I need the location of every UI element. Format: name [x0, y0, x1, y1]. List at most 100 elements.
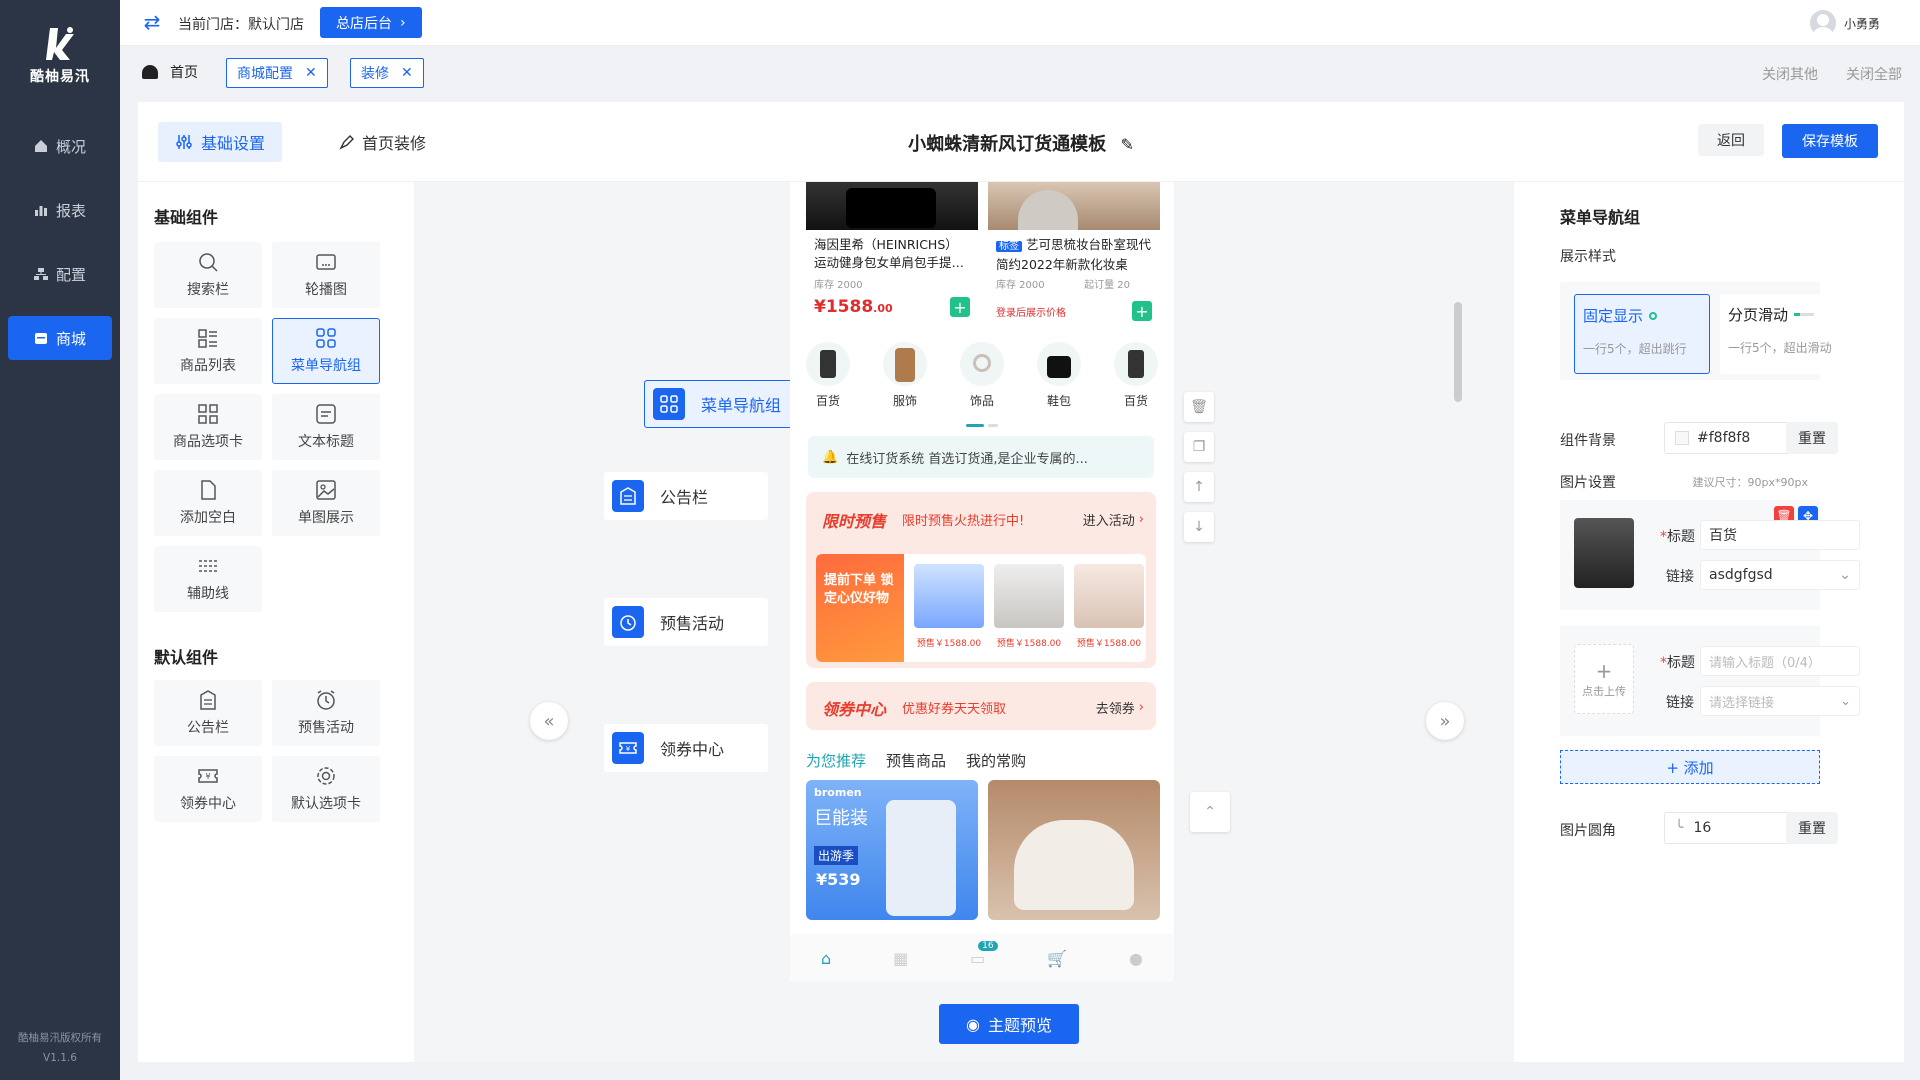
nav-item-image[interactable]	[1574, 518, 1634, 588]
link-select[interactable]: 请选择链接 ⌄	[1700, 686, 1860, 716]
tab-label: 基础设置	[200, 134, 265, 153]
recommend-banner[interactable]: bromen 巨能装 出游季 ¥539	[806, 780, 978, 920]
menu-item[interactable]: 饰品	[954, 342, 1010, 409]
menu-item-label: 鞋包	[1046, 394, 1071, 408]
product-card[interactable]: 海因里希（HEINRICHS）运动健身包女单肩包手提… 库存 2000 ¥158…	[806, 182, 978, 332]
comp-text-title[interactable]: 文本标题	[272, 394, 380, 460]
tab-home-decoration[interactable]: 首页装修	[338, 130, 426, 154]
title-input[interactable]: 请输入标题（0/4）	[1700, 646, 1860, 676]
user-menu[interactable]: 小勇勇	[1809, 10, 1880, 36]
hq-backend-button[interactable]: 总店后台 ›	[320, 7, 422, 38]
home-icon[interactable]: ⌂	[821, 949, 831, 968]
delete-icon[interactable]: 🗑	[1184, 392, 1214, 422]
swap-store-icon[interactable]: ⇄	[142, 12, 162, 32]
message-badge: 16	[978, 940, 998, 951]
menu-item[interactable]: 百货	[800, 342, 856, 409]
style-name: 分页滑动	[1728, 306, 1789, 324]
user-icon[interactable]: ●	[1129, 949, 1143, 968]
copy-icon[interactable]: ❐	[1184, 432, 1214, 462]
add-item-button[interactable]: + 添加	[1560, 750, 1820, 784]
recommend-banner[interactable]	[988, 780, 1160, 920]
collapse-right-icon[interactable]: »	[1426, 702, 1464, 740]
canvas-comp-notice[interactable]: 公告栏	[604, 472, 768, 520]
canvas-comp-presale[interactable]: 预售活动	[604, 598, 768, 646]
style-desc: 一行5个，超出跳行	[1583, 342, 1687, 356]
link-placeholder: 请选择链接	[1709, 695, 1775, 711]
sidebar-item-overview[interactable]: 概况	[8, 124, 112, 168]
product-name: 标签 艺可思梳妆台卧室现代简约2022年新款化妆桌	[988, 236, 1160, 272]
style-fixed[interactable]: 固定显示 一行5个，超出跳行	[1574, 294, 1710, 374]
comp-coupon-center[interactable]: ¥ 领券中心	[154, 756, 262, 822]
scrollbar[interactable]	[1454, 302, 1462, 402]
comp-notice[interactable]: 公告栏	[154, 680, 262, 746]
get-coupon-link[interactable]: 去领券 ›	[1096, 698, 1144, 717]
comp-single-image[interactable]: 单图展示	[272, 470, 380, 536]
juicer-icon	[806, 342, 850, 386]
coupon-section[interactable]: 领券中心 优惠好券天天领取 去领券 ›	[806, 682, 1156, 730]
title-input[interactable]: 百货	[1700, 520, 1860, 550]
menu-item[interactable]: 服饰	[877, 342, 933, 409]
close-icon[interactable]: ✕	[305, 65, 317, 81]
radius-reset-button[interactable]: 重置	[1786, 812, 1838, 844]
tag-mall-config[interactable]: 商城配置 ✕	[226, 58, 328, 88]
tab-presale-products[interactable]: 预售商品	[886, 750, 946, 771]
comp-default-tabs[interactable]: 默认选项卡	[272, 756, 380, 822]
bg-color-input[interactable]: #f8f8f8	[1664, 422, 1804, 454]
product-card[interactable]: 标签 艺可思梳妆台卧室现代简约2022年新款化妆桌 库存 2000 起订量 20 登…	[988, 182, 1160, 332]
product-tag: 标签	[996, 241, 1022, 252]
move-up-icon[interactable]: ↑	[1184, 472, 1214, 502]
sidebar-item-config[interactable]: 配置	[8, 252, 112, 296]
config-icon	[33, 268, 48, 280]
theme-preview-button[interactable]: ◉ 主题预览	[939, 1004, 1079, 1044]
close-all-link[interactable]: 关闭全部	[1846, 64, 1902, 84]
close-others-link[interactable]: 关闭其他	[1762, 64, 1818, 84]
scroll-top-icon[interactable]: ⌃	[1190, 792, 1230, 832]
sidebar-item-reports[interactable]: 报表	[8, 188, 112, 232]
style-desc: 一行5个，超出滑动	[1728, 341, 1832, 355]
save-template-button[interactable]: 保存模板	[1782, 124, 1878, 158]
comp-product-list[interactable]: 商品列表	[154, 318, 262, 384]
link-select[interactable]: asdgfgsd ⌄	[1700, 560, 1860, 590]
tag-decoration[interactable]: 装修 ✕	[350, 58, 424, 88]
radius-input[interactable]: ╰ 16	[1664, 812, 1804, 844]
menu-item[interactable]: 百货	[1108, 342, 1164, 409]
tab-recommend[interactable]: 为您推荐	[806, 750, 866, 771]
back-button[interactable]: 返回	[1698, 124, 1764, 156]
cart-icon[interactable]: 🛒	[1047, 949, 1067, 968]
editor-header: 基础设置 首页装修 小蜘蛛清新风订货通模板 ✎ 返回 保存模板	[138, 102, 1904, 182]
close-icon[interactable]: ✕	[401, 65, 413, 81]
bg-reset-button[interactable]: 重置	[1786, 422, 1838, 454]
edit-pencil-icon[interactable]: ✎	[1120, 135, 1133, 154]
tab-frequent[interactable]: 我的常购	[966, 750, 1026, 771]
presale-promo: 提前下单 锁定心仪好物	[816, 554, 904, 662]
comp-menu-nav-group[interactable]: 菜单导航组	[272, 318, 380, 384]
canvas-comp-menu-nav[interactable]: 菜单导航组	[644, 380, 808, 428]
category-icon[interactable]: ▦	[893, 949, 908, 968]
comp-carousel[interactable]: 轮播图	[272, 242, 380, 308]
comp-add-blank[interactable]: 添加空白	[154, 470, 262, 536]
upload-button[interactable]: + 点击上传	[1574, 644, 1634, 714]
add-cart-icon[interactable]: +	[950, 297, 970, 317]
tag-home[interactable]: 首页	[142, 62, 198, 82]
move-down-icon[interactable]: ↓	[1184, 512, 1214, 542]
menu-item-label: 饰品	[969, 394, 994, 408]
collapse-left-icon[interactable]: «	[530, 702, 568, 740]
comp-search-bar[interactable]: 搜索栏	[154, 242, 262, 308]
style-paged[interactable]: 分页滑动 一行5个，超出滑动	[1720, 294, 1858, 374]
menu-item[interactable]: 鞋包	[1031, 342, 1087, 409]
presale-image	[1074, 564, 1144, 628]
notice-bar[interactable]: 🔔 在线订货系统 首选订货通,是企业专属的...	[808, 436, 1154, 478]
canvas-comp-coupon[interactable]: ¥ 领券中心	[604, 724, 768, 772]
presale-enter-link[interactable]: 进入活动 ›	[1083, 510, 1144, 529]
add-cart-icon[interactable]: +	[1132, 301, 1152, 321]
message-icon[interactable]: ▭ 16	[970, 940, 998, 968]
sidebar-item-mall[interactable]: 商城	[8, 316, 112, 360]
current-store-label: 当前门店：默认门店	[178, 17, 304, 33]
comp-product-tabs[interactable]: 商品选项卡	[154, 394, 262, 460]
comp-label: 商品选项卡	[173, 434, 243, 450]
tab-basic-settings[interactable]: 基础设置	[158, 122, 282, 162]
comp-presale[interactable]: 预售活动	[272, 680, 380, 746]
product-price: ¥1588.00	[814, 297, 893, 317]
comp-guide-line[interactable]: 辅助线	[154, 546, 262, 612]
sidebar-item-label: 商城	[55, 329, 86, 348]
